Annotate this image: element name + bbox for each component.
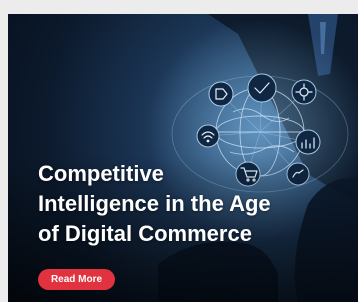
hero-banner[interactable]: Competitive Intelligence in the Age of D… [8,14,358,302]
chart-node [295,129,321,155]
read-more-button[interactable]: Read More [38,269,115,290]
banner-title-line-3: of Digital Commerce [38,221,252,246]
banner-title: Competitive Intelligence in the Age of D… [38,159,338,249]
banner-title-line-1: Competitive [38,161,164,186]
banner-title-line-2: Intelligence in the Age [38,191,271,216]
checkmark-node [247,73,277,103]
digital-commerce-background-image [8,14,358,302]
tag-node [208,81,234,107]
